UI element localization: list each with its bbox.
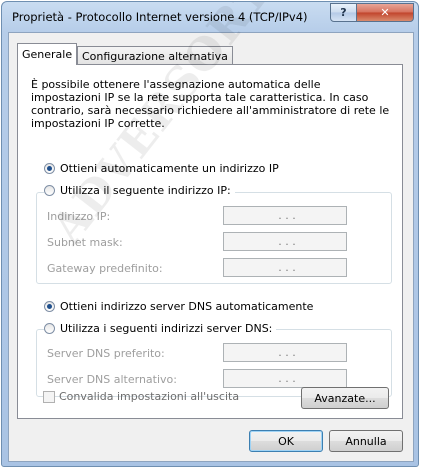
dns-alternate-input[interactable]: . . . <box>223 369 347 388</box>
ip-address-input[interactable]: . . . <box>223 206 347 225</box>
advanced-button[interactable]: Avanzate... <box>301 387 389 409</box>
ip-auto-radio[interactable] <box>44 163 55 174</box>
help-icon: ? <box>340 6 347 19</box>
ip-auto-label: Ottieni automaticamente un indirizzo IP <box>60 162 279 175</box>
dns-auto-label: Ottieni indirizzo server DNS automaticam… <box>60 300 314 313</box>
tab-configurazione-alternativa[interactable]: Configurazione alternativa <box>77 46 233 65</box>
dns-preferred-label: Server DNS preferito: <box>47 347 165 360</box>
validate-label: Convalida impostazioni all'uscita <box>59 390 240 403</box>
dns-preferred-input[interactable]: . . . <box>223 343 347 362</box>
validate-checkbox[interactable] <box>43 390 55 403</box>
ip-auto-radio-row[interactable]: Ottieni automaticamente un indirizzo IP <box>44 162 279 175</box>
dns-manual-radio-row[interactable]: Utilizza i seguenti indirizzi server DNS… <box>44 322 277 335</box>
ip-manual-radio[interactable] <box>44 185 55 196</box>
close-icon: ✕ <box>380 6 390 19</box>
dialog-window: Proprietà - Protocollo Internet versione… <box>1 1 419 467</box>
close-button[interactable]: ✕ <box>356 3 414 22</box>
gateway-label: Gateway predefinito: <box>47 262 163 275</box>
window-title: Proprietà - Protocollo Internet versione… <box>12 10 308 24</box>
subnet-mask-input[interactable]: . . . <box>223 232 347 251</box>
ip-address-label: Indirizzo IP: <box>47 210 111 223</box>
title-bar[interactable]: Proprietà - Protocollo Internet versione… <box>2 2 418 32</box>
help-button[interactable]: ? <box>330 3 357 22</box>
dns-auto-radio-row[interactable]: Ottieni indirizzo server DNS automaticam… <box>44 300 313 313</box>
ip-manual-label: Utilizza il seguente indirizzo IP: <box>60 184 231 197</box>
validate-checkbox-row[interactable]: Convalida impostazioni all'uscita <box>43 390 239 403</box>
dialog-body: Generale Configurazione alternativa È po… <box>8 32 414 462</box>
tab-generale[interactable]: Generale <box>17 43 78 65</box>
tab-panel-generale: È possibile ottenere l'assegnazione auto… <box>17 64 403 419</box>
dns-manual-label: Utilizza i seguenti indirizzi server DNS… <box>60 322 273 335</box>
gateway-input[interactable]: . . . <box>223 258 347 277</box>
ip-manual-radio-row[interactable]: Utilizza il seguente indirizzo IP: <box>44 184 235 197</box>
dns-manual-radio[interactable] <box>44 323 55 334</box>
dns-auto-radio[interactable] <box>44 301 55 312</box>
description-text: È possibile ottenere l'assegnazione auto… <box>31 78 390 130</box>
ok-button[interactable]: OK <box>249 430 323 452</box>
dns-alternate-label: Server DNS alternativo: <box>47 373 177 386</box>
cancel-button[interactable]: Annulla <box>329 430 403 452</box>
subnet-mask-label: Subnet mask: <box>47 236 123 249</box>
